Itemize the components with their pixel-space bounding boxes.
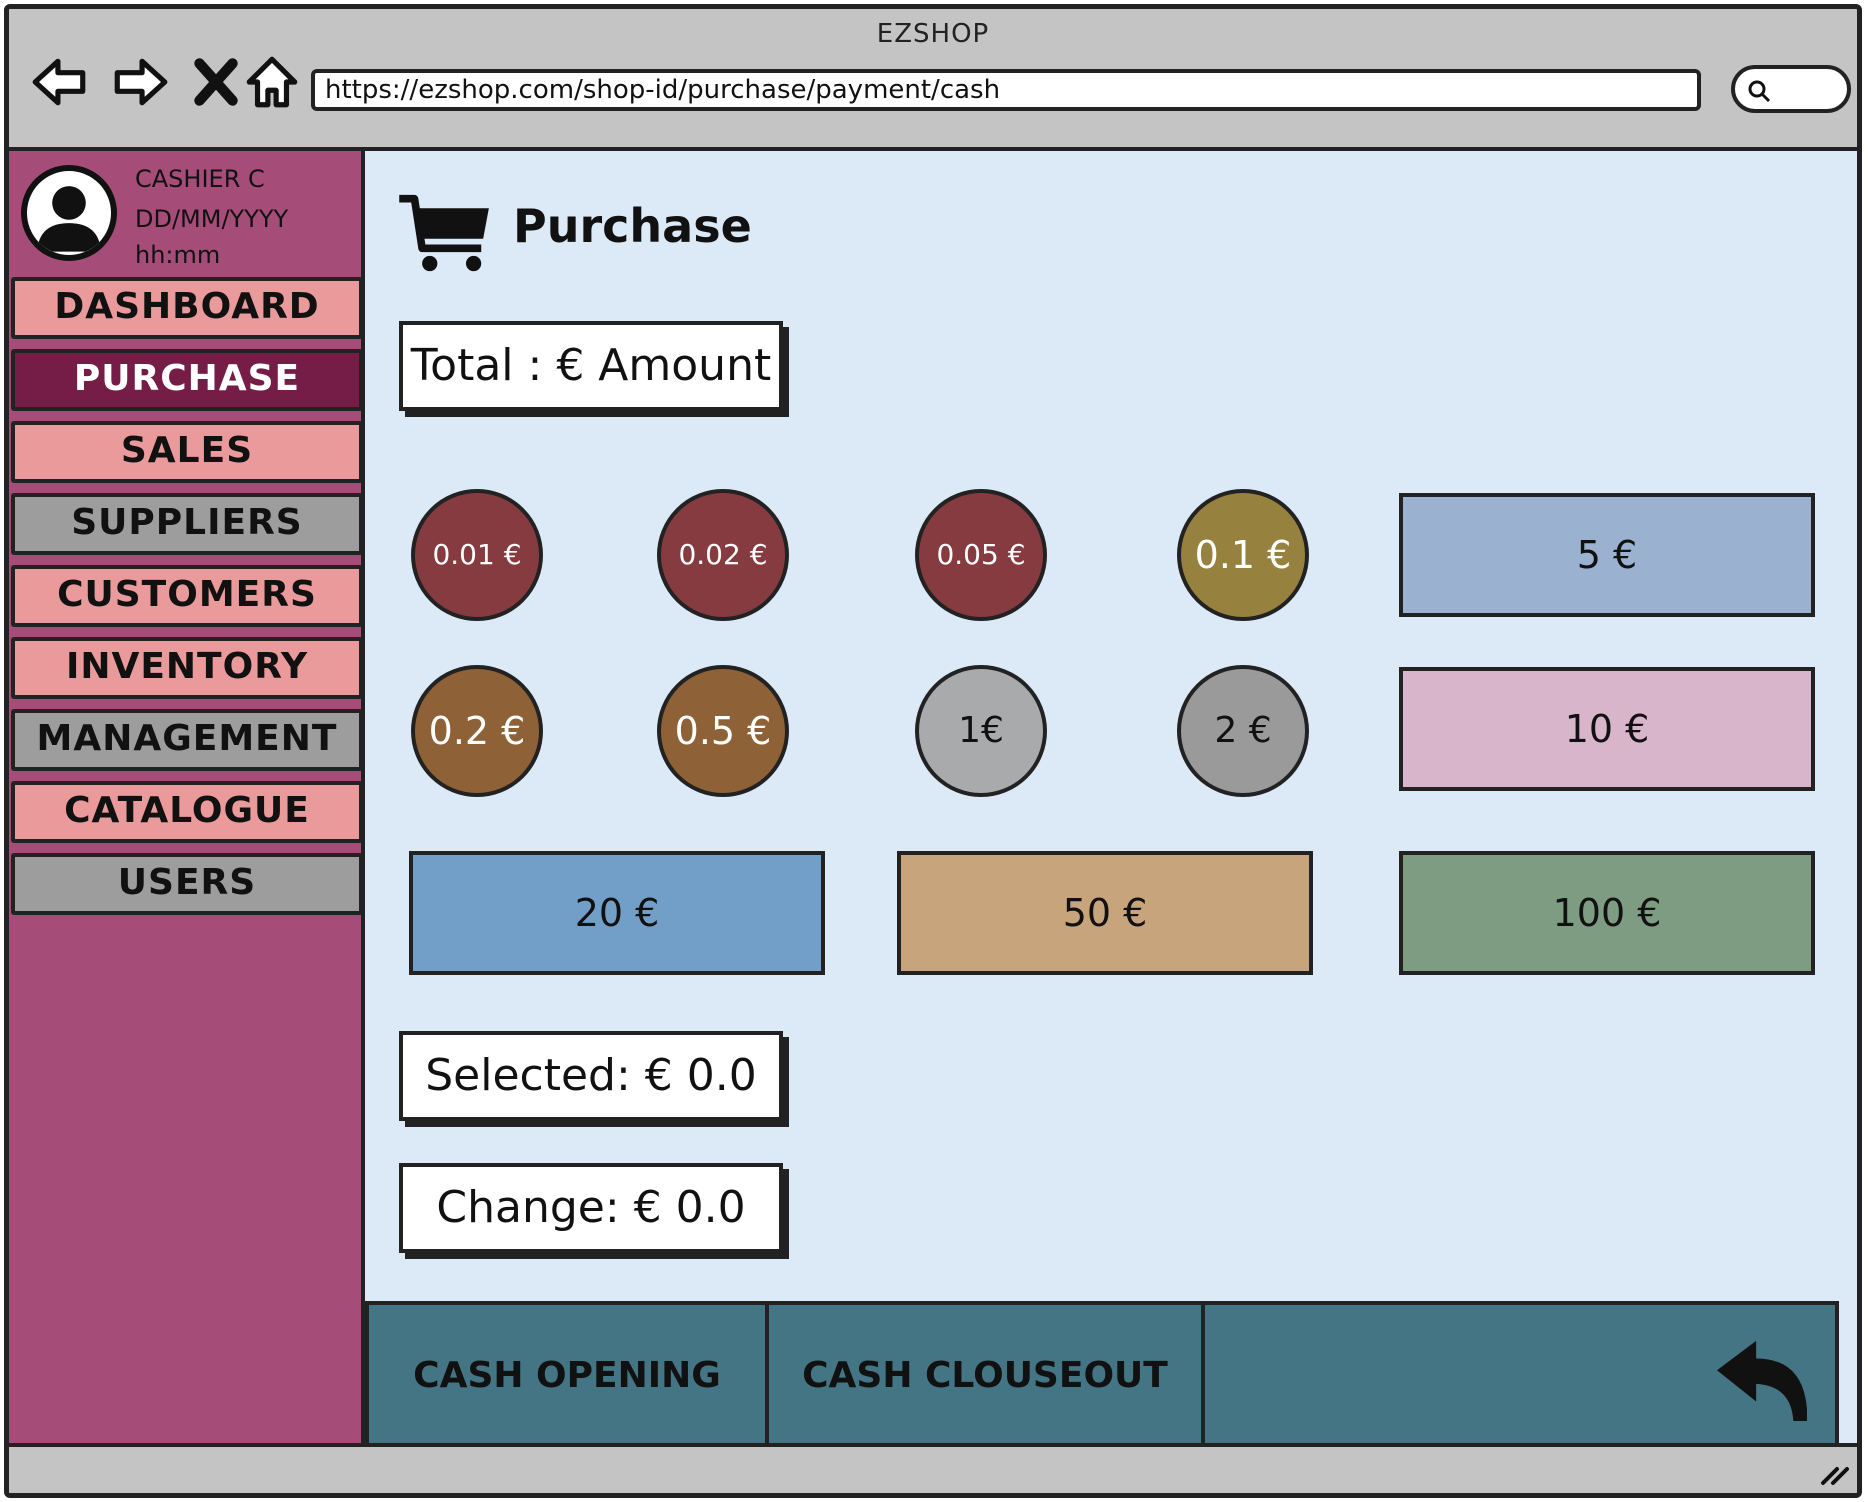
coin-2[interactable]: 2 € <box>1177 665 1309 797</box>
sidebar-item-inventory[interactable]: INVENTORY <box>11 637 363 699</box>
sidebar-item-sales[interactable]: SALES <box>11 421 363 483</box>
note-5[interactable]: 5 € <box>1399 493 1815 617</box>
undo-arrow-icon[interactable] <box>1713 1335 1811 1423</box>
resize-grip-icon[interactable] <box>1817 1453 1851 1487</box>
note-50[interactable]: 50 € <box>897 851 1313 975</box>
browser-titlebar: EZSHOP https://ezshop.com/shop-id/purcha… <box>9 9 1857 151</box>
coin-0-5[interactable]: 0.5 € <box>657 665 789 797</box>
coin-0-05[interactable]: 0.05 € <box>915 489 1047 621</box>
coin-0-1[interactable]: 0.1 € <box>1177 489 1309 621</box>
search-icon <box>1748 80 1771 103</box>
home-icon[interactable] <box>241 51 303 113</box>
sidebar-item-purchase[interactable]: PURCHASE <box>11 349 363 411</box>
coin-1[interactable]: 1€ <box>915 665 1047 797</box>
sidebar-item-customers[interactable]: CUSTOMERS <box>11 565 363 627</box>
user-date: DD/MM/YYYY <box>135 205 289 233</box>
sidebar-item-users[interactable]: USERS <box>11 853 363 915</box>
sidebar-item-suppliers[interactable]: SUPPLIERS <box>11 493 363 555</box>
browser-window: EZSHOP https://ezshop.com/shop-id/purcha… <box>4 4 1862 1498</box>
user-card: CASHIER C DD/MM/YYYY hh:mm <box>9 151 365 273</box>
main-content: Purchase Total : € Amount 0.01 € 0.02 € … <box>365 151 1857 1453</box>
sidebar-item-catalogue[interactable]: CATALOGUE <box>11 781 363 843</box>
coin-0-02[interactable]: 0.02 € <box>657 489 789 621</box>
cash-opening-button[interactable]: CASH OPENING <box>369 1305 769 1447</box>
status-bar <box>9 1443 1857 1493</box>
sidebar-item-management[interactable]: MANAGEMENT <box>11 709 363 771</box>
action-bar: CASH OPENING CASH CLOUSEOUT <box>365 1301 1839 1451</box>
sidebar-item-dashboard[interactable]: DASHBOARD <box>11 277 363 339</box>
note-10[interactable]: 10 € <box>1399 667 1815 791</box>
sidebar: CASHIER C DD/MM/YYYY hh:mm DASHBOARD PUR… <box>9 151 365 1453</box>
note-20[interactable]: 20 € <box>409 851 825 975</box>
selected-amount-box: Selected: € 0.0 <box>399 1031 783 1121</box>
cash-closeout-button[interactable]: CASH CLOUSEOUT <box>769 1305 1205 1447</box>
note-100[interactable]: 100 € <box>1399 851 1815 975</box>
change-amount-box: Change: € 0.0 <box>399 1163 783 1253</box>
forward-arrow-icon[interactable] <box>109 51 171 113</box>
coin-0-2[interactable]: 0.2 € <box>411 665 543 797</box>
url-bar[interactable]: https://ezshop.com/shop-id/purchase/paym… <box>311 69 1701 111</box>
close-x-icon[interactable] <box>185 51 247 113</box>
user-name: CASHIER C <box>135 165 265 193</box>
shopping-cart-icon <box>399 194 489 272</box>
total-amount-box: Total : € Amount <box>399 321 783 411</box>
user-avatar-icon <box>37 186 101 252</box>
avatar <box>21 165 117 261</box>
page-title: Purchase <box>513 199 752 253</box>
user-time: hh:mm <box>135 241 221 269</box>
window-title: EZSHOP <box>876 19 990 49</box>
search-box[interactable] <box>1731 65 1851 113</box>
coin-0-01[interactable]: 0.01 € <box>411 489 543 621</box>
back-arrow-icon[interactable] <box>29 51 91 113</box>
